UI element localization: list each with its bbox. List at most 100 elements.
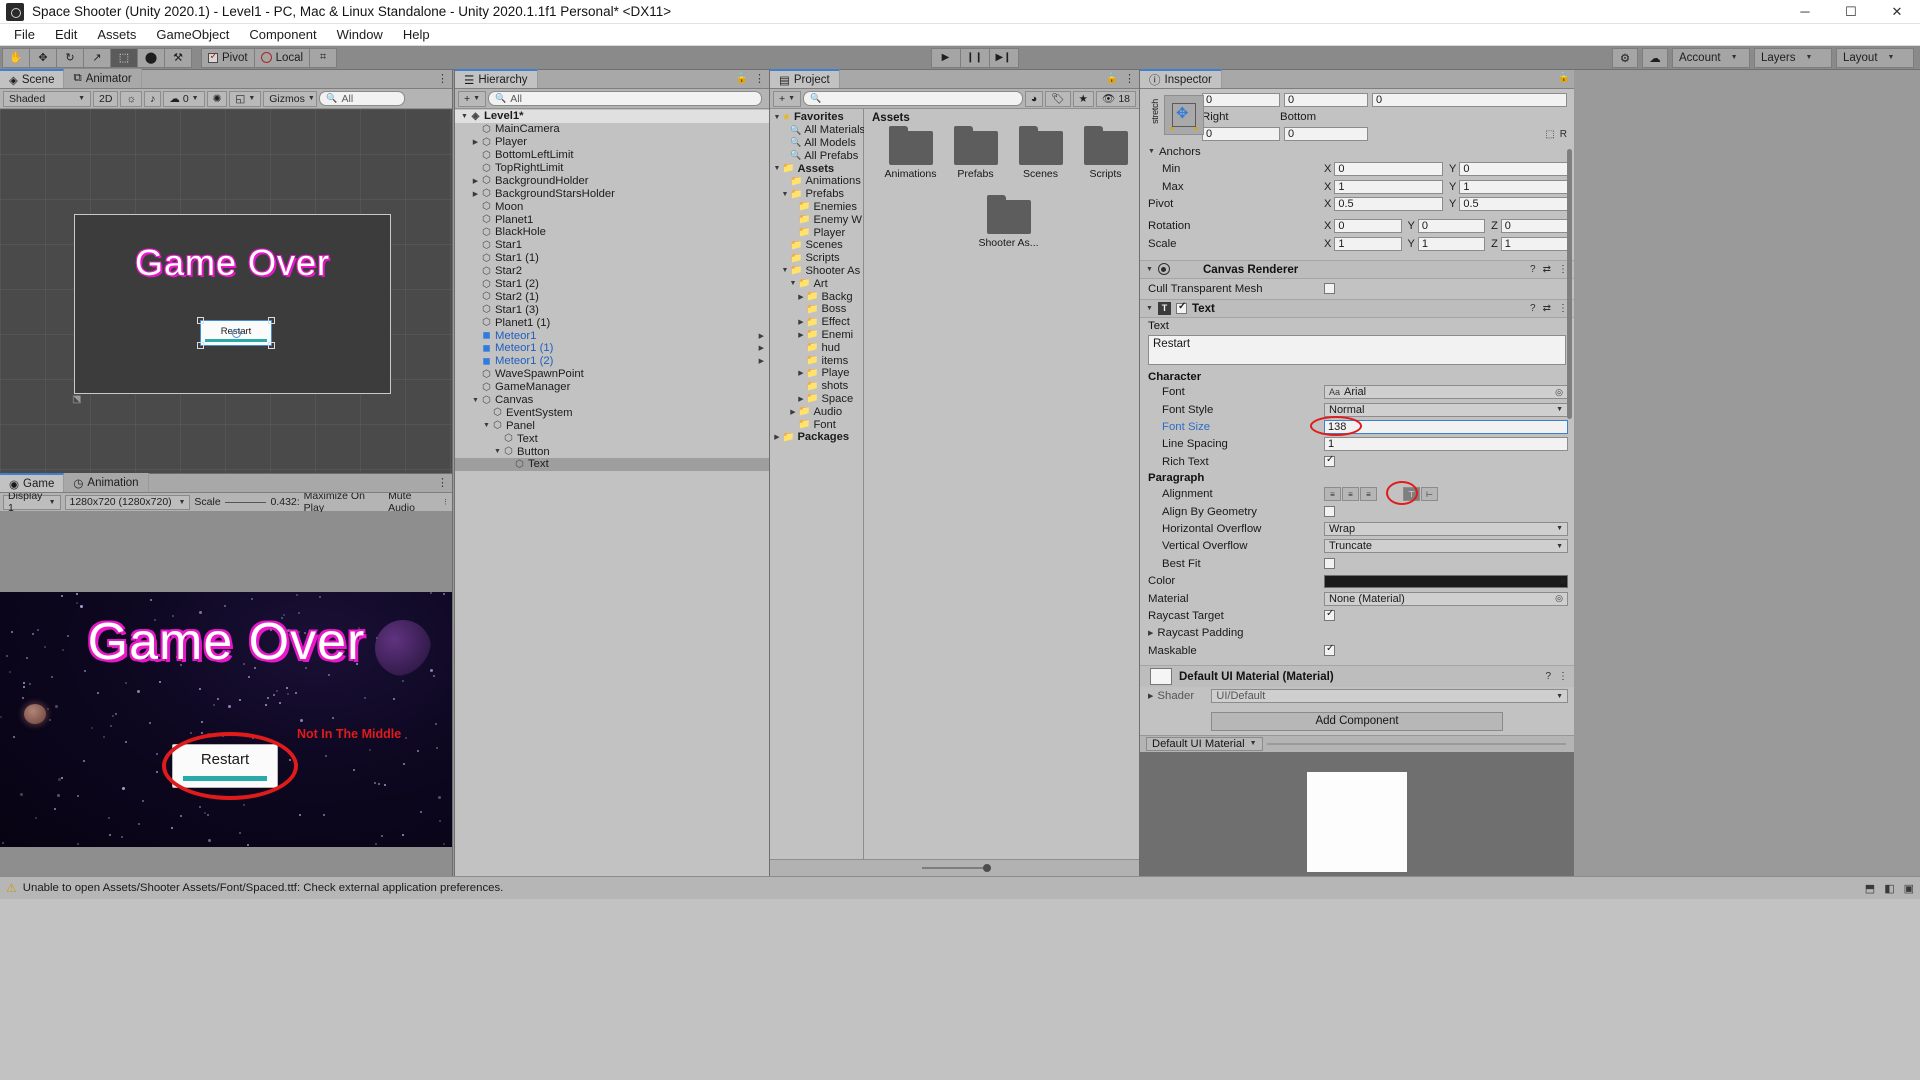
rich-text-checkbox[interactable] bbox=[1324, 456, 1335, 467]
project-tree-item[interactable]: ▶📁Audio bbox=[770, 405, 863, 418]
asset-item[interactable]: Prefabs bbox=[943, 131, 1008, 180]
scale-tool[interactable]: ↗ bbox=[83, 48, 111, 68]
rect-tool[interactable]: ⬚ bbox=[110, 48, 138, 68]
chevron-right-icon[interactable]: ▶ bbox=[796, 293, 806, 301]
filter-by-type-button[interactable]: ◕ bbox=[1025, 91, 1043, 107]
gizmos-dropdown[interactable]: Gizmos ▼ bbox=[263, 91, 317, 107]
chevron-right-icon[interactable]: ▶ bbox=[759, 344, 764, 352]
hierarchy-item[interactable]: ⬡MainCamera bbox=[455, 123, 769, 136]
display-dropdown[interactable]: Display 1 ▼ bbox=[3, 495, 61, 510]
vertical-alignment-group[interactable]: ⊤ ⊢ bbox=[1403, 487, 1438, 501]
chevron-down-icon[interactable]: ▼ bbox=[459, 113, 470, 120]
hand-tool[interactable]: ✋ bbox=[2, 48, 30, 68]
project-tree-item[interactable]: ▼📁Shooter As bbox=[770, 265, 863, 278]
asset-item[interactable]: Shooter As... bbox=[878, 200, 1139, 249]
anchor-min-y-input[interactable]: 0 bbox=[1459, 162, 1568, 176]
favorite-filter-button[interactable]: ★ bbox=[1073, 91, 1094, 107]
rotation-x-input[interactable]: 0 bbox=[1334, 219, 1401, 233]
hierarchy-item[interactable]: ⬡Star1 (3) bbox=[455, 303, 769, 316]
align-center-icon[interactable]: ≡ bbox=[1342, 487, 1359, 501]
canvas-renderer-header[interactable]: ▼ Canvas Renderer ? ⇄ ⋮ bbox=[1140, 260, 1574, 279]
chevron-down-icon[interactable]: ▼ bbox=[772, 165, 782, 172]
project-tree-item[interactable]: ▶📁Backg bbox=[770, 290, 863, 303]
project-tree-item[interactable]: ▼📁Prefabs bbox=[770, 188, 863, 201]
text-value-input[interactable]: Restart bbox=[1148, 335, 1566, 365]
chevron-right-icon[interactable]: ▶ bbox=[759, 357, 764, 365]
chevron-right-icon[interactable]: ▶ bbox=[470, 190, 481, 198]
audio-toggle[interactable]: ♪ bbox=[144, 91, 161, 107]
hierarchy-item[interactable]: ⬡Planet1 (1) bbox=[455, 316, 769, 329]
scene-menu-icon[interactable]: ⋮ bbox=[437, 72, 448, 85]
asset-item[interactable]: Scenes bbox=[1008, 131, 1073, 180]
tab-project[interactable]: ▤ Project bbox=[770, 69, 840, 88]
tab-animator[interactable]: ⧉ Animator bbox=[64, 69, 141, 88]
hierarchy-item[interactable]: ▼⬡Panel bbox=[455, 419, 769, 432]
project-tree-item[interactable]: ▶📁Space bbox=[770, 393, 863, 406]
chevron-down-icon[interactable]: ▼ bbox=[780, 267, 790, 274]
project-search-input[interactable]: 🔍 bbox=[803, 91, 1023, 106]
vertical-overflow-dropdown[interactable]: Truncate ▼ bbox=[1324, 539, 1568, 553]
slider-knob[interactable] bbox=[983, 864, 991, 872]
hierarchy-search-input[interactable]: 🔍 All bbox=[488, 91, 762, 106]
preset-icon[interactable]: ⇄ bbox=[1543, 303, 1551, 314]
tab-animation[interactable]: ◷ Animation bbox=[64, 473, 148, 492]
inspector-scrollbar[interactable] bbox=[1565, 89, 1573, 876]
chevron-down-icon[interactable]: ▼ bbox=[492, 448, 503, 455]
hierarchy-item[interactable]: ▶⬡BackgroundHolder bbox=[455, 174, 769, 187]
menu-help[interactable]: Help bbox=[393, 24, 440, 46]
menu-assets[interactable]: Assets bbox=[87, 24, 146, 46]
project-tree-item[interactable]: ▼📁Assets bbox=[770, 162, 863, 175]
project-tree-item[interactable]: 🔍All Prefabs bbox=[770, 149, 863, 162]
hierarchy-tree[interactable]: ▼◈Level1*⬡MainCamera▶⬡Player⬡BottomLeftL… bbox=[455, 109, 769, 876]
rect-pos-z-value[interactable]: 0 bbox=[1372, 93, 1567, 107]
help-icon[interactable]: ? bbox=[1530, 264, 1536, 275]
hierarchy-item[interactable]: ▶⬡BackgroundStarsHolder bbox=[455, 187, 769, 200]
material-block-header[interactable]: Default UI Material (Material) ? ⋮ bbox=[1140, 665, 1574, 687]
rect-top-value[interactable]: 0 bbox=[1284, 93, 1368, 107]
project-tree-item[interactable]: 🔍All Models bbox=[770, 137, 863, 150]
account-dropdown[interactable]: Account ▼ bbox=[1672, 48, 1750, 68]
status-message[interactable]: Unable to open Assets/Shooter Assets/Fon… bbox=[23, 882, 504, 894]
project-asset-grid[interactable]: Assets AnimationsPrefabsScenesScriptsSho… bbox=[864, 109, 1139, 859]
chevron-down-icon[interactable]: ▼ bbox=[481, 422, 492, 429]
project-add-button[interactable]: + ▼ bbox=[773, 91, 801, 107]
transform-tool[interactable]: ⬤ bbox=[137, 48, 165, 68]
chevron-right-icon[interactable]: ▶ bbox=[796, 395, 806, 403]
material-object-field[interactable]: None (Material) ◎ bbox=[1324, 592, 1568, 606]
chevron-right-icon[interactable]: ▶ bbox=[772, 433, 782, 441]
material-footer-dropdown[interactable]: Default UI Material ▼ bbox=[1146, 737, 1263, 751]
lock-icon[interactable]: 🔒 bbox=[736, 73, 748, 84]
move-tool[interactable]: ✥ bbox=[29, 48, 57, 68]
tab-game[interactable]: ◉ Game bbox=[0, 473, 64, 492]
cull-transparent-mesh-checkbox[interactable] bbox=[1324, 283, 1335, 294]
scene-vis-toggle[interactable]: ✺ bbox=[207, 91, 228, 107]
local-toggle[interactable]: Local bbox=[254, 48, 311, 68]
hierarchy-item[interactable]: ▼⬡Button bbox=[455, 445, 769, 458]
hierarchy-item[interactable]: ⬡BlackHole bbox=[455, 226, 769, 239]
align-left-icon[interactable]: ≡ bbox=[1324, 487, 1341, 501]
menu-window[interactable]: Window bbox=[327, 24, 393, 46]
maximize-on-play-toggle[interactable]: Maximize On Play bbox=[304, 490, 384, 514]
filter-by-label-button[interactable]: 🏷 bbox=[1045, 91, 1070, 107]
font-size-input[interactable]: 138 bbox=[1324, 420, 1568, 434]
blueprint-mode-icon[interactable]: ⬚ bbox=[1545, 129, 1554, 140]
inspector-body[interactable]: stretch ✥ 0 0 0 Right bbox=[1140, 89, 1574, 876]
custom-tool[interactable]: ⚒ bbox=[164, 48, 192, 68]
hierarchy-add-button[interactable]: + ▼ bbox=[458, 91, 486, 107]
scrollbar-thumb[interactable] bbox=[1567, 149, 1572, 419]
hierarchy-item[interactable]: ⬡Text bbox=[455, 458, 769, 471]
grid-snap-button[interactable]: ⌗ bbox=[309, 48, 337, 68]
layout-dropdown[interactable]: Layout ▼ bbox=[1836, 48, 1914, 68]
scene-viewport[interactable]: Game Over Restart ⬔ bbox=[0, 109, 452, 473]
mute-audio-toggle[interactable]: Mute Audio bbox=[388, 490, 438, 514]
rect-left-value[interactable]: 0 bbox=[1202, 93, 1280, 107]
pivot-toggle[interactable]: Pivot bbox=[201, 48, 255, 68]
hierarchy-item[interactable]: ⬡Planet1 bbox=[455, 213, 769, 226]
pivot-x-input[interactable]: 0.5 bbox=[1334, 197, 1443, 211]
align-middle-icon[interactable]: ⊢ bbox=[1421, 487, 1438, 501]
help-icon[interactable]: ? bbox=[1545, 671, 1551, 682]
scale-y-input[interactable]: 1 bbox=[1418, 237, 1485, 251]
tab-scene[interactable]: ◈ Scene bbox=[0, 69, 64, 88]
resize-handle-tl[interactable] bbox=[197, 317, 204, 324]
scale-x-input[interactable]: 1 bbox=[1334, 237, 1401, 251]
